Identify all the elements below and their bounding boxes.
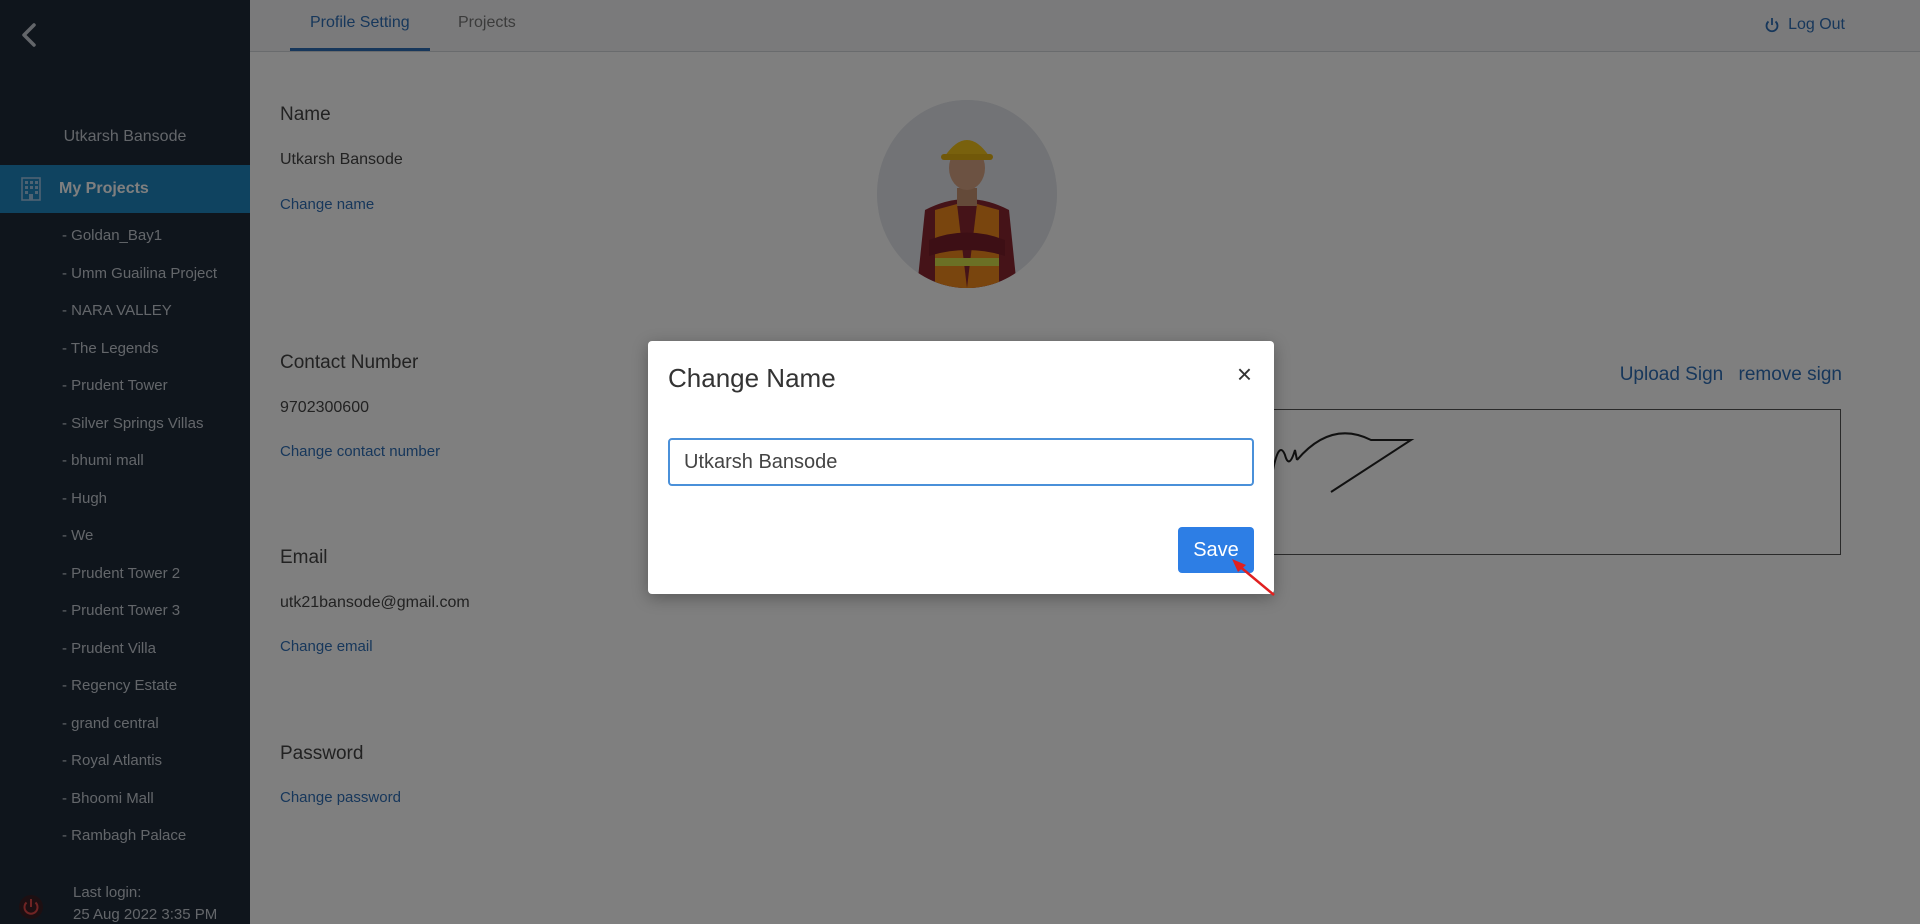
close-icon[interactable]: × [1237, 361, 1252, 387]
name-input[interactable] [668, 438, 1254, 486]
change-name-modal: Change Name × Save [648, 341, 1274, 594]
arrow-pointer-icon [1232, 559, 1275, 596]
modal-title: Change Name [668, 363, 836, 393]
